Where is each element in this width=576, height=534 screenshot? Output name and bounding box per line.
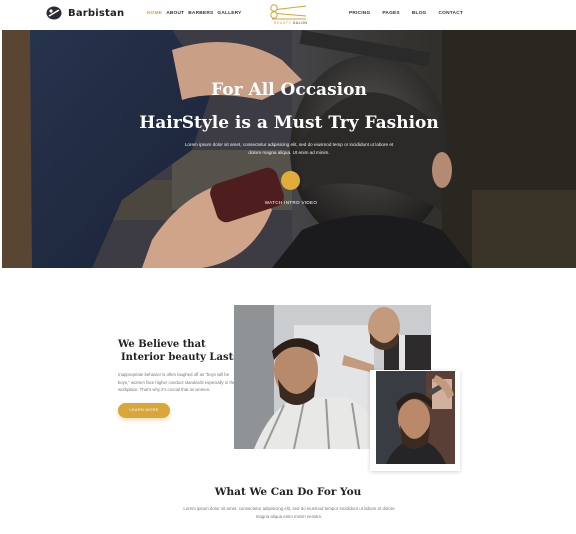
learn-more-button[interactable]: LEARN MORE [118, 403, 170, 418]
hero-title-line1: For All Occasion [211, 80, 367, 100]
nav-blog[interactable]: BLOG [412, 11, 427, 16]
scissors-logo-icon [270, 4, 307, 20]
barber-photo-small [376, 371, 455, 464]
brand-name: Barbistan [68, 7, 125, 19]
center-logo-text: BEAUTY SALON [274, 21, 308, 25]
services-description: Lorem ipsum dolor sit amet, consectetur … [183, 506, 395, 519]
primary-nav: HOME ABOUT BARBERS GALLERY [147, 11, 242, 16]
nav-pricing[interactable]: PRICING [349, 11, 370, 16]
barber-pole-icon [46, 6, 62, 20]
nav-contact[interactable]: CONTACT [439, 11, 464, 16]
nav-home[interactable]: HOME [147, 11, 162, 16]
nav-gallery[interactable]: GALLERY [217, 11, 241, 16]
play-icon[interactable] [281, 171, 300, 190]
site-header: Barbistan HOME ABOUT BARBERS GALLERY BEA… [0, 0, 576, 30]
center-logo[interactable]: BEAUTY SALON [266, 3, 310, 27]
watch-intro-link[interactable]: WATCH INTRO VIDEO [242, 200, 340, 205]
services-heading: What We Can Do For You [214, 486, 362, 498]
brand[interactable]: Barbistan [46, 6, 124, 20]
nav-pages[interactable]: PAGES [382, 11, 399, 16]
nav-barbers[interactable]: BARBERS [188, 11, 213, 16]
hero-banner: For All Occasion HairStyle is a Must Try… [2, 30, 576, 268]
about-text: Inappropriate behavior is often laughed … [118, 372, 236, 392]
nav-about[interactable]: ABOUT [166, 11, 184, 16]
secondary-nav: PRICING PAGES BLOG CONTACT [349, 11, 463, 16]
hero-title-line2: HairStyle is a Must Try Fashion [139, 113, 439, 133]
hero-description: Lorem ipsum dolor sit amet, consectetur … [184, 142, 394, 155]
bearded-client-image [376, 371, 455, 464]
